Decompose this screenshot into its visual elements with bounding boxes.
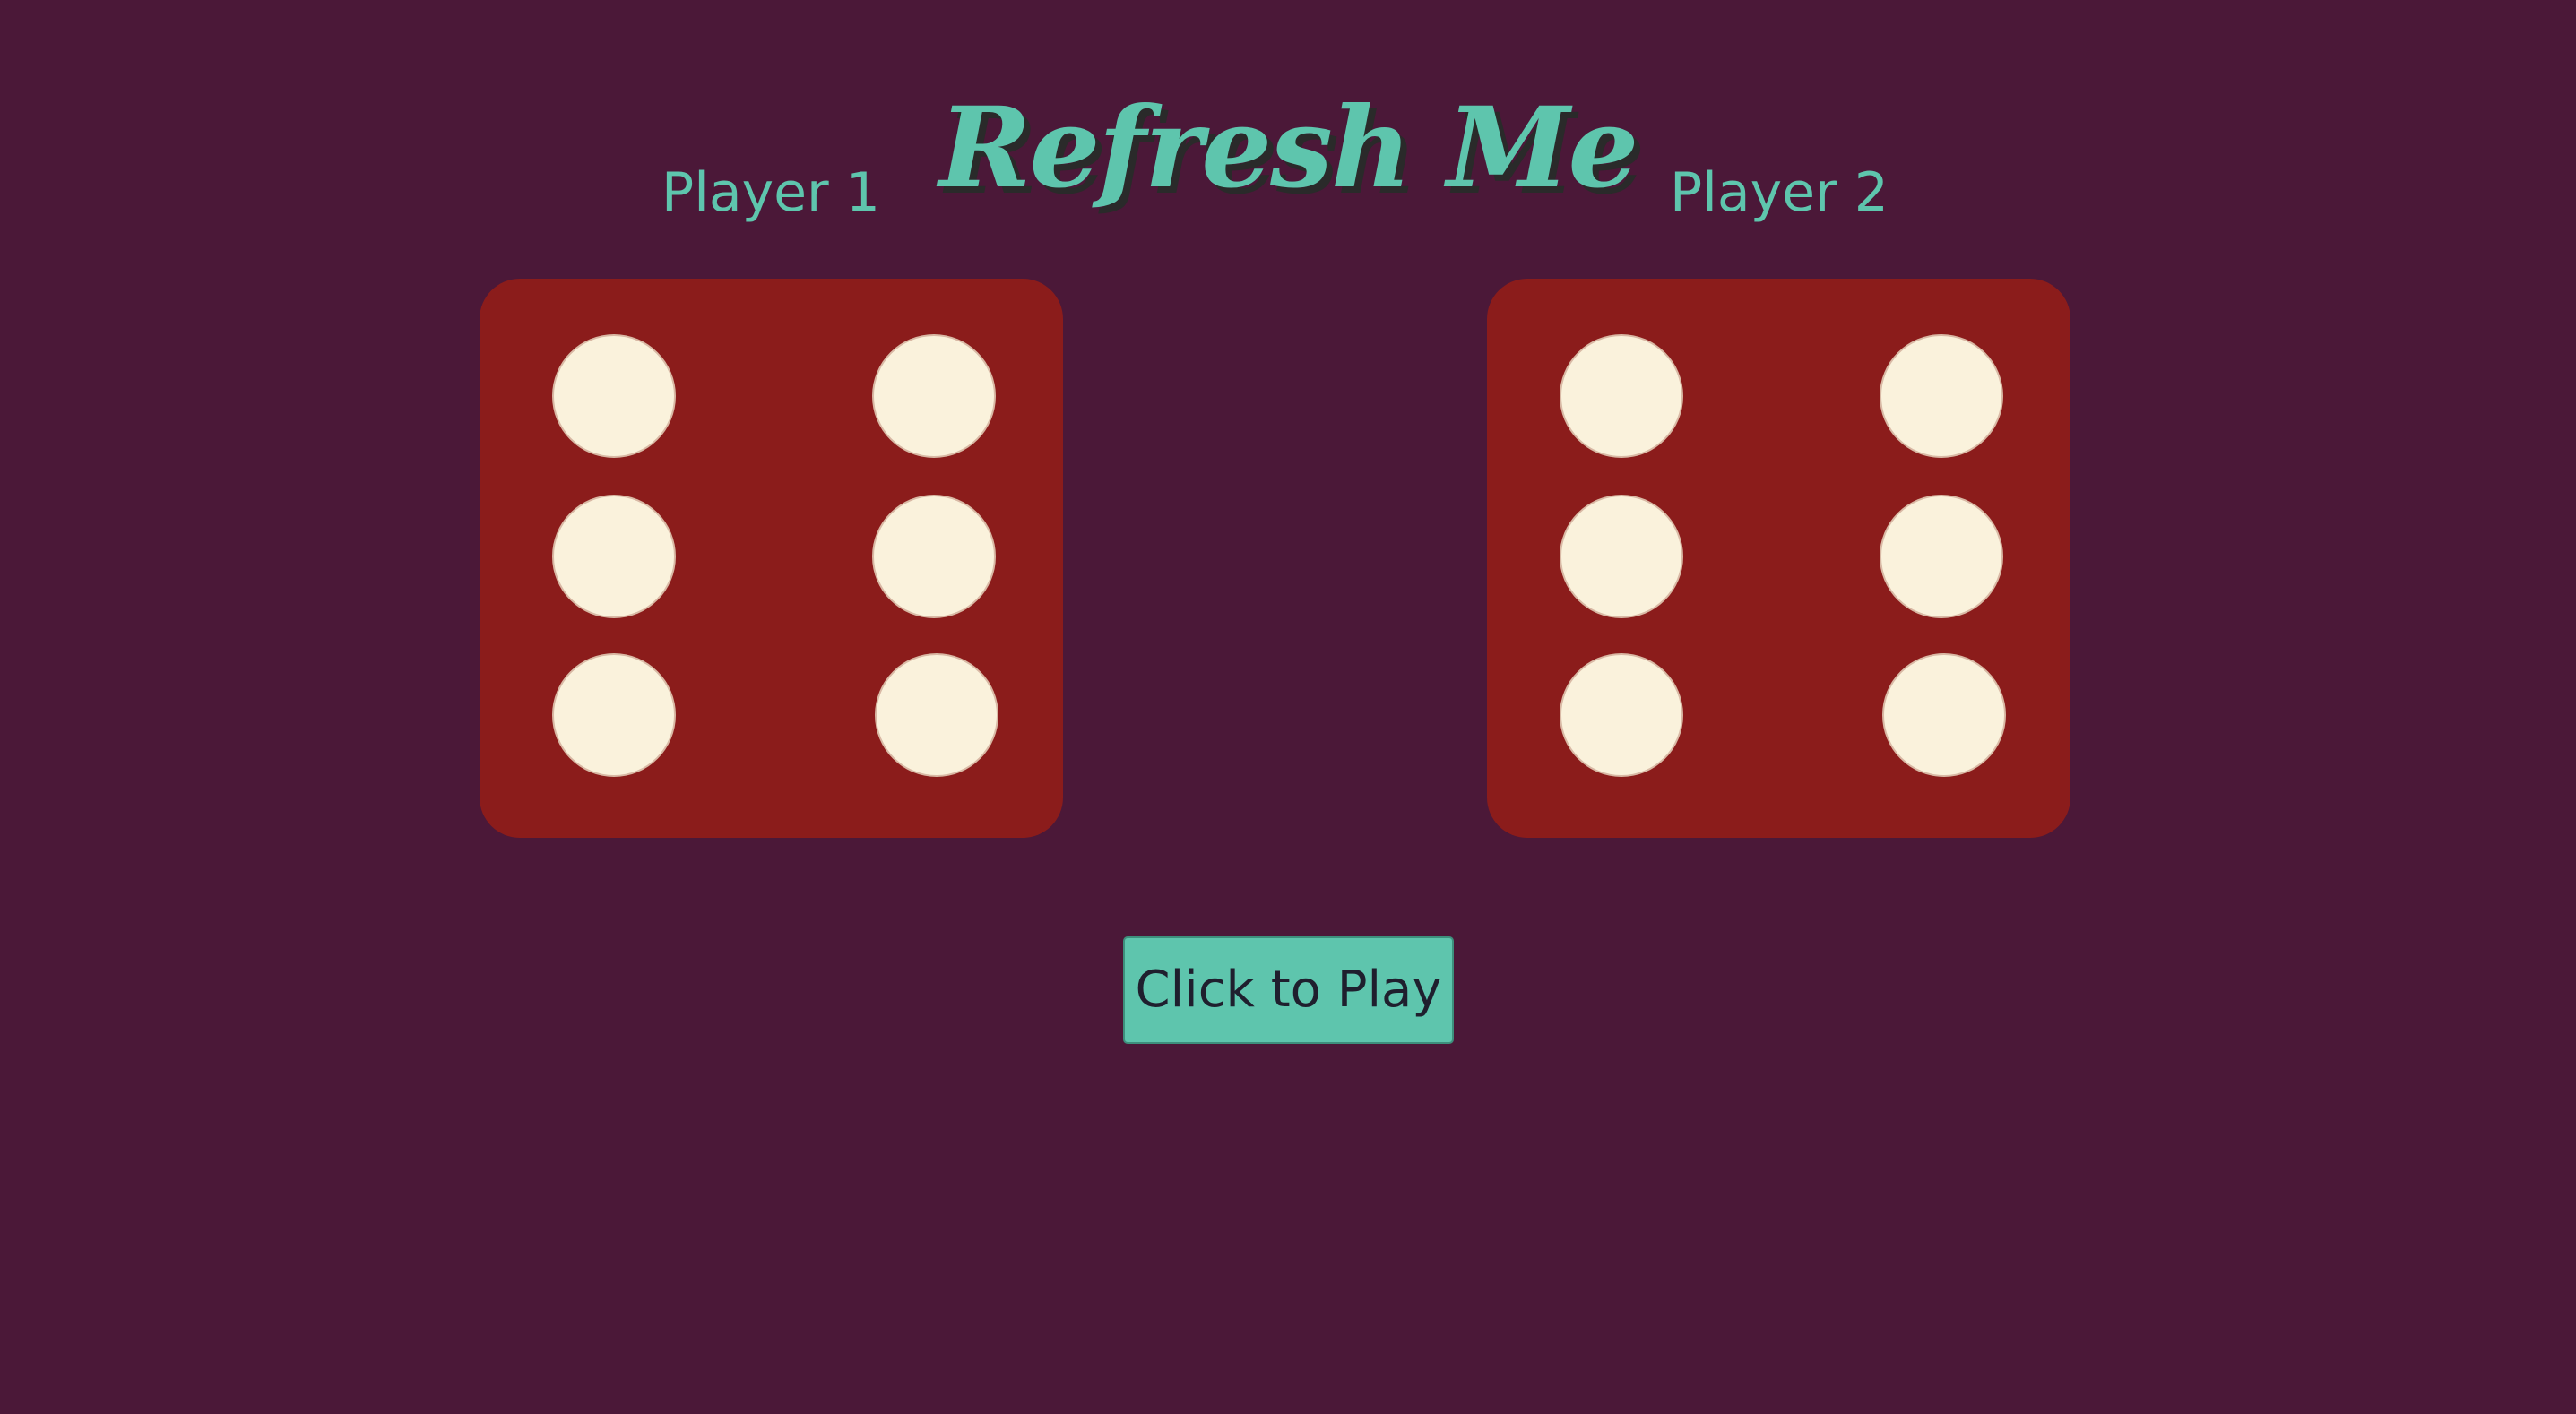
player-2-label: Player 2 <box>1670 161 1889 224</box>
die-pip <box>1561 655 1681 775</box>
game-page: Refresh Me Player 1 Player 2 Click to Pl… <box>0 0 2576 1414</box>
die-pip <box>1561 496 1681 616</box>
page-title: Refresh Me <box>938 83 1639 214</box>
die-pip <box>874 496 994 616</box>
play-button[interactable]: Click to Play <box>1123 936 1454 1044</box>
player-1-label: Player 1 <box>661 161 880 224</box>
player-2-die <box>1487 279 2070 838</box>
die-pip <box>554 655 674 775</box>
die-pip <box>1884 655 2004 775</box>
die-pip <box>874 336 994 456</box>
player-1-die <box>480 279 1063 838</box>
die-pip <box>1881 336 2001 456</box>
die-pip <box>1561 336 1681 456</box>
die-pip <box>554 336 674 456</box>
die-pip <box>1881 496 2001 616</box>
die-pip <box>877 655 997 775</box>
die-pip <box>554 496 674 616</box>
